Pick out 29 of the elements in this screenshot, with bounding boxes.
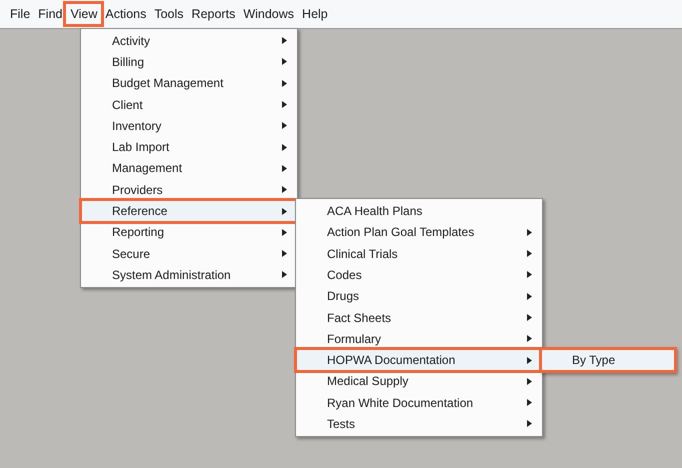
- menu-item[interactable]: Providers: [81, 179, 297, 200]
- menu-item[interactable]: Codes: [296, 264, 542, 286]
- menu-item[interactable]: Fact Sheets: [296, 306, 542, 328]
- menu-item[interactable]: Inventory: [81, 115, 297, 136]
- menu-item[interactable]: System Administration: [81, 264, 297, 286]
- menu-item[interactable]: Budget Management: [81, 72, 297, 94]
- menu-item[interactable]: Client: [81, 94, 297, 116]
- menu-item[interactable]: Billing: [81, 51, 297, 73]
- menu-item[interactable]: Activity: [81, 30, 297, 52]
- menu-bar-item[interactable]: View: [66, 4, 102, 24]
- menu-item[interactable]: Action Plan Goal Templates: [296, 222, 542, 243]
- menu-item[interactable]: Drugs: [296, 286, 542, 307]
- menu-bar-item[interactable]: Windows: [239, 4, 298, 24]
- menu-bar-item[interactable]: File: [6, 4, 34, 24]
- menu-bar-item[interactable]: Actions: [101, 4, 150, 24]
- menu-item[interactable]: Formulary: [296, 328, 542, 350]
- menu-item[interactable]: Secure: [81, 242, 297, 264]
- menu-item[interactable]: Reporting: [81, 222, 297, 243]
- menu-item[interactable]: Medical Supply: [296, 370, 542, 392]
- menu-bar-item[interactable]: Reports: [188, 4, 240, 24]
- menu-item[interactable]: Ryan White Documentation: [296, 392, 542, 414]
- menu-item[interactable]: Management: [81, 158, 297, 180]
- menu-item[interactable]: ACA Health Plans: [296, 200, 542, 222]
- menu-bar-item[interactable]: Help: [298, 4, 332, 24]
- menu-bar-item[interactable]: Tools: [150, 4, 188, 24]
- menu-item[interactable]: Clinical Trials: [296, 242, 542, 264]
- menu-item[interactable]: Lab Import: [81, 136, 297, 158]
- menu-item[interactable]: By Type: [541, 349, 675, 371]
- menu-bar-item[interactable]: Find: [34, 4, 66, 24]
